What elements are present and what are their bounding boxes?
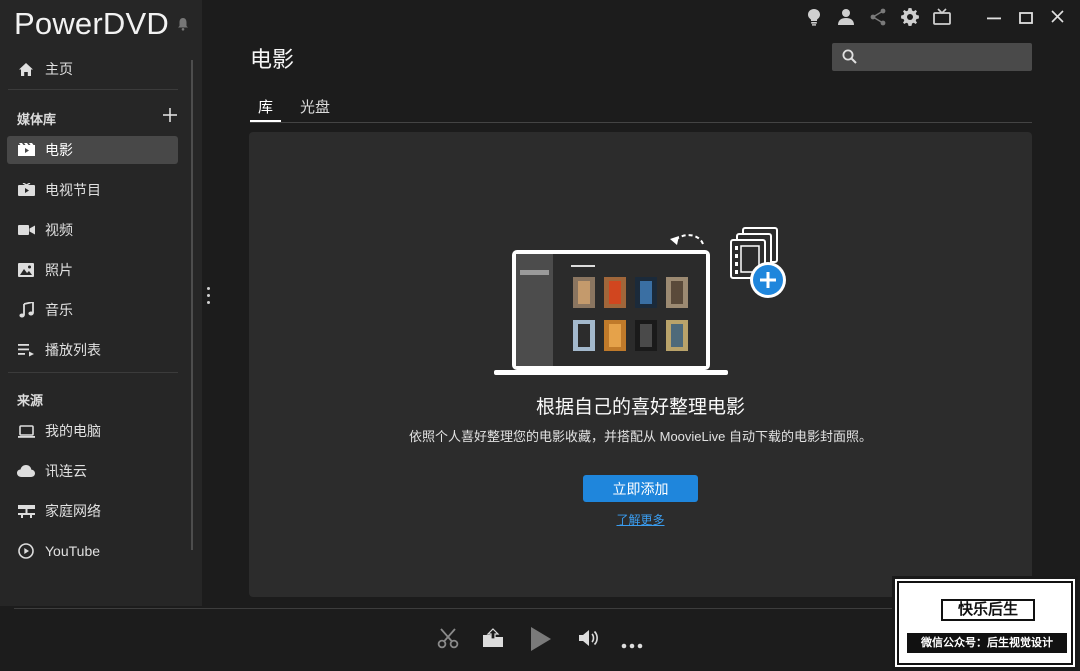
- network-icon: [17, 502, 35, 520]
- library-section-title: 媒体库: [17, 112, 57, 127]
- empty-state-description: 依照个人喜好整理您的电影收藏，并搭配从 MoovieLive 自动下载的电影封面…: [409, 429, 872, 444]
- tab-disc[interactable]: 光盘: [292, 96, 338, 122]
- tv-mode-icon[interactable]: [933, 8, 951, 31]
- movie-icon: [17, 141, 35, 159]
- sidebar-item-playlists[interactable]: 播放列表: [7, 336, 178, 364]
- sidebar-scrollbar[interactable]: [191, 60, 193, 550]
- sidebar-item-label: 电视节目: [45, 182, 101, 198]
- divider: [8, 372, 178, 373]
- sidebar-item-movies[interactable]: 电影: [7, 136, 178, 164]
- sidebar-item-label: 播放列表: [45, 342, 101, 358]
- divider: [8, 89, 178, 90]
- sidebar-item-label: 照片: [45, 262, 73, 278]
- sidebar-item-home-network[interactable]: 家庭网络: [7, 497, 178, 525]
- search-box[interactable]: [832, 43, 1032, 71]
- open-disc-icon[interactable]: [482, 627, 504, 654]
- sources-section-title: 来源: [17, 393, 44, 408]
- watermark-subtitle: 微信公众号：后生视觉设计: [907, 633, 1067, 653]
- sidebar-item-my-computer[interactable]: 我的电脑: [7, 417, 178, 445]
- play-icon[interactable]: [530, 626, 552, 657]
- playlist-icon: [17, 341, 35, 359]
- bell-icon[interactable]: [177, 17, 189, 36]
- learn-more-link[interactable]: 了解更多: [249, 511, 1032, 528]
- sidebar-resize-handle[interactable]: [207, 287, 211, 308]
- watermark-title: 快乐后生: [941, 599, 1035, 621]
- close-icon[interactable]: [1051, 10, 1064, 28]
- volume-icon[interactable]: [578, 627, 600, 654]
- lightbulb-icon[interactable]: [806, 8, 822, 31]
- sidebar-item-music[interactable]: 音乐: [7, 296, 178, 324]
- cloud-icon: [17, 462, 35, 480]
- app-title: PowerDVD: [14, 6, 169, 41]
- scissors-icon[interactable]: [437, 627, 459, 654]
- laptop-library-illustration: [494, 227, 786, 375]
- more-options-icon[interactable]: [621, 636, 643, 654]
- settings-gear-icon[interactable]: [901, 8, 919, 31]
- watermark-stamp: 快乐后生 微信公众号：后生视觉设计: [892, 576, 1078, 670]
- sidebar-item-cyberlink-cloud[interactable]: 讯连云: [7, 457, 178, 485]
- home-icon: [17, 60, 35, 78]
- sidebar: PowerDVD 主页 媒体库 电影 电视节目 视频 照片 音乐 播放列表 来源…: [0, 0, 202, 606]
- sidebar-item-videos[interactable]: 视频: [7, 216, 178, 244]
- tab-library[interactable]: 库: [250, 96, 282, 122]
- sidebar-item-tv-shows[interactable]: 电视节目: [7, 176, 178, 204]
- video-icon: [17, 221, 35, 239]
- movie-library-panel: 根据自己的喜好整理电影 依照个人喜好整理您的电影收藏，并搭配从 MoovieLi…: [249, 132, 1032, 597]
- page-title: 电影: [250, 47, 295, 72]
- sidebar-item-label: YouTube: [45, 543, 101, 559]
- sidebar-item-home[interactable]: 主页: [7, 55, 178, 83]
- minimize-icon[interactable]: [987, 11, 1001, 29]
- sidebar-item-label: 音乐: [45, 302, 73, 318]
- share-icon[interactable]: [870, 8, 886, 31]
- sidebar-item-label: 我的电脑: [45, 423, 101, 439]
- youtube-icon: [17, 542, 35, 560]
- add-now-button[interactable]: 立即添加: [583, 475, 698, 502]
- sidebar-item-label: 讯连云: [45, 463, 87, 479]
- music-icon: [17, 301, 35, 319]
- photo-icon: [17, 261, 35, 279]
- sidebar-item-label: 主页: [45, 61, 73, 77]
- empty-state-headline: 根据自己的喜好整理电影: [535, 397, 745, 418]
- tab-divider: [250, 122, 1032, 123]
- search-input[interactable]: [864, 47, 1024, 67]
- computer-icon: [17, 422, 35, 440]
- sidebar-item-label: 电影: [45, 142, 73, 158]
- account-icon[interactable]: [838, 8, 854, 31]
- add-library-icon[interactable]: [163, 108, 177, 127]
- sidebar-item-label: 家庭网络: [45, 503, 101, 519]
- sidebar-item-photos[interactable]: 照片: [7, 256, 178, 284]
- maximize-icon[interactable]: [1019, 11, 1033, 29]
- sidebar-item-label: 视频: [45, 222, 73, 238]
- search-icon: [842, 49, 857, 69]
- sidebar-item-youtube[interactable]: YouTube: [7, 537, 178, 565]
- tv-show-icon: [17, 181, 35, 199]
